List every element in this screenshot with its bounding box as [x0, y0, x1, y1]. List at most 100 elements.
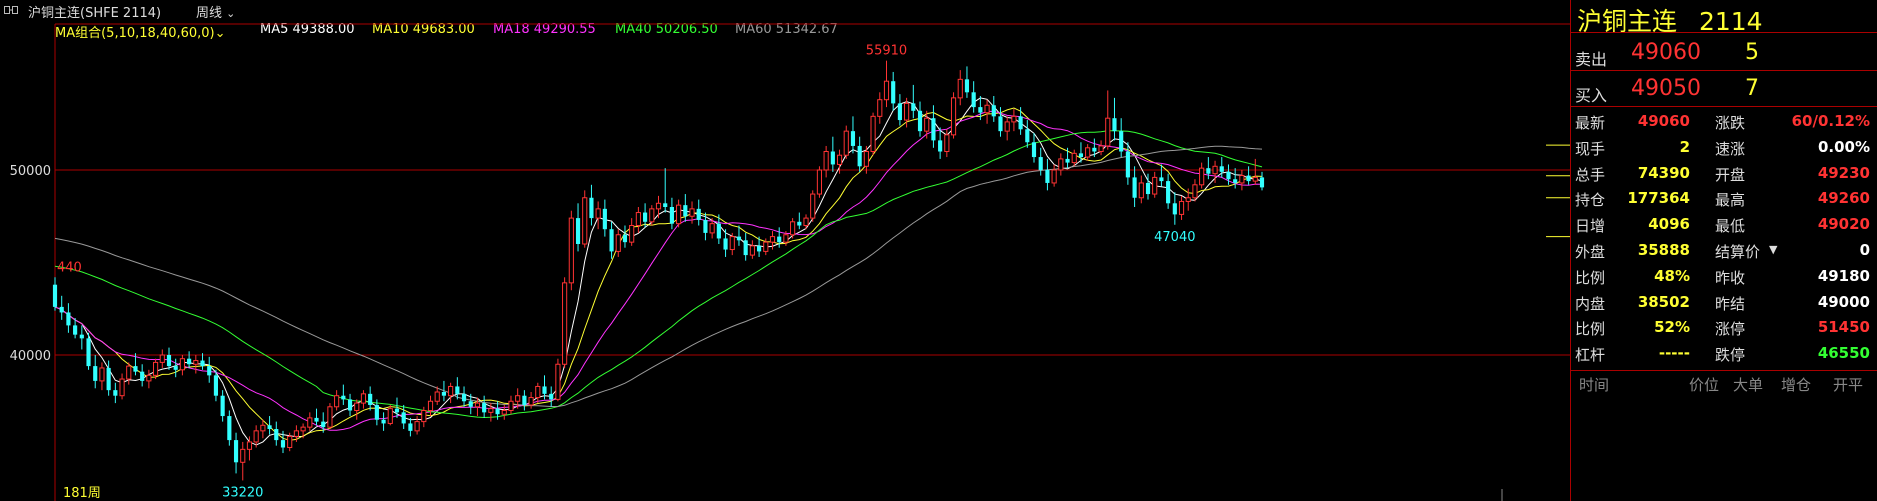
- divider: [1571, 32, 1877, 33]
- field-value: 51450: [1817, 318, 1870, 337]
- candle: [508, 395, 514, 415]
- candle-body: [891, 81, 896, 104]
- candle-body: [931, 118, 936, 141]
- bar-count-label: 181周: [63, 486, 101, 501]
- candle: [1045, 158, 1050, 191]
- candle-body: [575, 218, 581, 244]
- field-label: 最低: [1715, 217, 1746, 236]
- candle: [729, 232, 735, 256]
- sell-row[interactable]: 卖出 49060 5: [1571, 40, 1877, 69]
- field-value: 49000: [1817, 292, 1870, 311]
- candle-body: [944, 134, 950, 153]
- sell-label: 卖出: [1575, 50, 1608, 69]
- candle-body: [823, 151, 829, 171]
- candle-body: [207, 366, 212, 376]
- candle: [1025, 120, 1030, 148]
- candlestick-chart[interactable]: 50000 40000 55910 33220 47040 440 181周: [0, 0, 1570, 501]
- candle-body: [274, 429, 279, 441]
- candle-body: [1078, 153, 1084, 158]
- candle: [950, 92, 957, 139]
- candle: [1051, 164, 1057, 187]
- candle-body: [106, 367, 111, 391]
- candle-body: [52, 284, 58, 307]
- candle-body: [964, 79, 970, 93]
- buy-row[interactable]: 买入 49050 7: [1571, 76, 1877, 105]
- candle-body: [113, 390, 118, 396]
- candle: [113, 382, 118, 404]
- candle: [629, 218, 635, 246]
- candle-body: [555, 363, 561, 400]
- candle: [790, 218, 796, 239]
- candle: [307, 412, 313, 431]
- candle-body: [1192, 184, 1198, 199]
- field-label: 比例: [1575, 320, 1606, 339]
- candle-body: [200, 360, 205, 367]
- field-value: 35888: [1637, 241, 1690, 259]
- candle-body: [615, 234, 621, 252]
- candle-body: [427, 400, 434, 411]
- tick-header-col: 时间: [1579, 376, 1610, 394]
- candle: [1125, 142, 1130, 185]
- candle: [971, 81, 976, 113]
- candle: [1098, 140, 1104, 156]
- candle-body: [1219, 166, 1224, 172]
- candle: [1004, 116, 1010, 141]
- high-price-label: 55910: [866, 44, 907, 59]
- buy-price: 49050: [1631, 76, 1701, 101]
- candle-body: [723, 238, 728, 250]
- candle: [883, 60, 890, 108]
- field-value: 0.00%: [1817, 137, 1870, 156]
- ma-line: [54, 145, 1263, 407]
- candle: [1252, 158, 1258, 185]
- candle-body: [1199, 167, 1205, 186]
- candle: [897, 94, 902, 126]
- candle-body: [146, 374, 152, 382]
- candle-body: [1105, 117, 1111, 147]
- field-value: 177364: [1627, 189, 1690, 208]
- candle: [99, 362, 105, 391]
- candle-body: [1051, 169, 1057, 184]
- candle: [870, 112, 876, 156]
- sell-qty: 5: [1745, 40, 1759, 65]
- recent-low-label: 47040: [1154, 230, 1195, 245]
- candle-body: [528, 397, 534, 406]
- candle: [381, 412, 386, 431]
- field-value: 52%: [1654, 318, 1690, 337]
- quote-row: 日增 4096 最低 49020: [1571, 215, 1877, 241]
- tick-header-col: 增仓: [1781, 376, 1812, 394]
- candle-body: [542, 386, 547, 394]
- candle-body: [173, 366, 178, 370]
- candle: [448, 382, 454, 404]
- candle-body: [387, 408, 393, 424]
- candle-body: [287, 435, 293, 448]
- candle: [609, 221, 614, 259]
- candle-body: [703, 219, 708, 233]
- candle-body: [334, 395, 340, 408]
- candle-body: [1252, 176, 1258, 182]
- candle-body: [240, 448, 246, 463]
- candle-body: [133, 366, 138, 372]
- field-label: 总手: [1575, 165, 1606, 184]
- candle: [622, 225, 628, 248]
- candle-body: [246, 441, 253, 450]
- candle-body: [757, 245, 762, 252]
- candle: [341, 384, 346, 405]
- candle-body: [911, 103, 916, 111]
- candle-body: [978, 107, 983, 113]
- candle-body: [482, 403, 487, 413]
- candle-body: [66, 312, 71, 326]
- candle-body: [689, 208, 695, 217]
- candle: [816, 166, 823, 198]
- candle-body: [1172, 203, 1177, 215]
- field-label: 比例: [1575, 268, 1606, 287]
- candle: [140, 364, 145, 387]
- candle-body: [998, 116, 1003, 132]
- candle-body: [374, 404, 379, 420]
- candle: [200, 353, 205, 370]
- candle: [555, 358, 561, 402]
- candle: [408, 417, 413, 437]
- candle-body: [535, 385, 541, 399]
- quote-row: 杠杆 ----- 跌停 46550: [1571, 344, 1877, 370]
- candle-body: [950, 97, 957, 136]
- candle-body: [293, 430, 299, 437]
